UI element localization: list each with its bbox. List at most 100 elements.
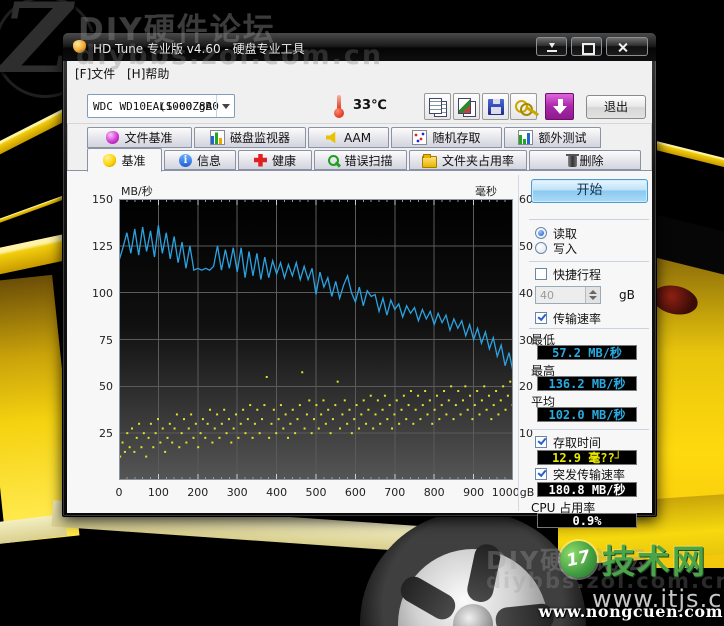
spinner-arrows[interactable]	[585, 287, 600, 303]
short-stroke-label[interactable]: 快捷行程	[553, 266, 601, 283]
temperature-value: 33℃	[353, 98, 387, 113]
tab-extra-tests[interactable]: 额外测试	[504, 127, 601, 148]
copy-image-button[interactable]	[453, 93, 480, 120]
tab-disk-monitor[interactable]: 磁盘监视器	[194, 127, 306, 148]
thermometer-icon	[333, 95, 345, 118]
menu-file[interactable]: [F]文件	[71, 65, 119, 82]
x-tick: 900	[452, 486, 496, 499]
tab-folder-usage[interactable]: 文件夹占用率	[409, 150, 527, 170]
x-tick: 300	[215, 486, 259, 499]
x-tick: 700	[373, 486, 417, 499]
spinner-unit: gB	[619, 288, 635, 302]
minimize-icon	[549, 43, 555, 48]
download-button[interactable]	[545, 93, 574, 120]
toolbar: WDC WD10EALS-00Z8A0 (1000 gB 33℃	[67, 83, 652, 124]
min-value: 57.2 MB/秒	[537, 345, 637, 360]
access-time-label[interactable]: 存取时间	[553, 434, 601, 451]
app-icon	[73, 40, 86, 53]
max-value: 136.2 MB/秒	[537, 376, 637, 391]
access-time-checkbox[interactable]	[535, 436, 547, 448]
spinner-value: 40	[540, 289, 554, 302]
tab-label: 随机存取	[432, 129, 480, 146]
hdtune-window: HD Tune 专业版 v4.60 - 硬盘专业工具 [F]文件 [H]帮助 W…	[62, 32, 657, 517]
license-keys-button[interactable]	[510, 93, 537, 120]
x-tick: 100	[136, 486, 180, 499]
disk-monitor-icon	[210, 130, 225, 145]
x-tick: 200	[176, 486, 220, 499]
tab-benchmark[interactable]: 基准	[87, 148, 162, 172]
tab-erase[interactable]: 删除	[529, 150, 641, 170]
left-tick: 25	[83, 427, 113, 440]
copy-text-button[interactable]	[424, 93, 451, 120]
burst-rate-value: 180.8 MB/秒	[537, 482, 637, 497]
tab-label: 文件夹占用率	[442, 152, 514, 169]
menu-help[interactable]: [H]帮助	[123, 65, 173, 82]
access-time-value: 12.9 毫??┘	[537, 450, 637, 465]
tab-label: 健康	[272, 152, 296, 169]
restore-button[interactable]	[571, 37, 602, 56]
tab-label: 额外测试	[538, 129, 586, 146]
tab-info[interactable]: i 信息	[164, 150, 236, 170]
tab-label: 基准	[121, 152, 145, 169]
chevron-down-icon[interactable]	[216, 95, 234, 117]
benchmark-file-icon	[106, 131, 119, 144]
burst-rate-checkbox[interactable]	[535, 468, 547, 480]
client-area: [F]文件 [H]帮助 WDC WD10EALS-00Z8A0 (1000 gB…	[67, 61, 652, 512]
tab-label: 错误扫描	[344, 152, 392, 169]
tab-health[interactable]: 健康	[238, 150, 312, 170]
transfer-rate-label[interactable]: 传输速率	[553, 310, 601, 327]
drive-capacity: (1000 gB	[159, 100, 212, 113]
tab-error-scan[interactable]: 错误扫描	[314, 150, 407, 170]
chart-svg	[119, 199, 513, 480]
restore-icon	[582, 43, 595, 55]
x-tick: 600	[333, 486, 377, 499]
info-icon: i	[179, 154, 192, 167]
extra-tests-icon	[518, 130, 533, 145]
tab-label: 信息	[197, 152, 221, 169]
erase-icon	[568, 156, 577, 167]
short-stroke-spinner[interactable]: 40	[535, 286, 601, 304]
exit-button[interactable]: 退出	[586, 95, 646, 119]
save-icon	[488, 99, 504, 115]
left-tick: 50	[83, 380, 113, 393]
write-label[interactable]: 写入	[553, 240, 577, 257]
transfer-rate-checkbox[interactable]	[535, 312, 547, 324]
cpu-usage-value: 0.9%	[537, 513, 637, 528]
health-icon	[254, 154, 267, 167]
title-bar[interactable]: HD Tune 专业版 v4.60 - 硬盘专业工具	[63, 33, 656, 61]
right-axis-title: 毫秒	[475, 183, 497, 199]
close-button[interactable]	[606, 37, 648, 56]
read-radio[interactable]	[535, 227, 547, 239]
benchmark-icon	[103, 154, 116, 167]
x-tick: 500	[294, 486, 338, 499]
copy-text-icon	[429, 98, 442, 114]
left-axis-title: MB/秒	[121, 183, 153, 199]
minimize-button[interactable]	[536, 37, 567, 56]
x-tick: 0	[97, 486, 141, 499]
copy-image-icon	[458, 98, 471, 114]
left-tick: 75	[83, 334, 113, 347]
folder-usage-icon	[422, 156, 437, 168]
write-radio[interactable]	[535, 242, 547, 254]
left-tick: 150	[83, 193, 113, 206]
short-stroke-checkbox[interactable]	[535, 268, 547, 280]
benchmark-chart	[119, 199, 513, 480]
random-access-icon	[412, 130, 427, 145]
left-tick: 100	[83, 287, 113, 300]
tab-aam[interactable]: AAM	[308, 127, 389, 148]
save-button[interactable]	[482, 93, 509, 120]
drive-select[interactable]: WDC WD10EALS-00Z8A0 (1000 gB	[87, 94, 235, 118]
start-button[interactable]: 开始	[531, 179, 648, 203]
burst-rate-label[interactable]: 突发传输速率	[553, 466, 625, 483]
tab-benchmark-file[interactable]: 文件基准	[87, 127, 192, 148]
benchmark-panel: MB/秒 毫秒 150125100755025 605040302010 010…	[67, 170, 652, 513]
tab-label: 文件基准	[124, 129, 172, 146]
tab-label: AAM	[344, 131, 371, 145]
tab-random-access[interactable]: 随机存取	[391, 127, 502, 148]
x-tick: 400	[255, 486, 299, 499]
tab-label: 磁盘监视器	[230, 129, 290, 146]
aam-icon	[326, 131, 339, 144]
avg-value: 102.0 MB/秒	[537, 407, 637, 422]
x-tick: 800	[412, 486, 456, 499]
left-tick: 125	[83, 240, 113, 253]
